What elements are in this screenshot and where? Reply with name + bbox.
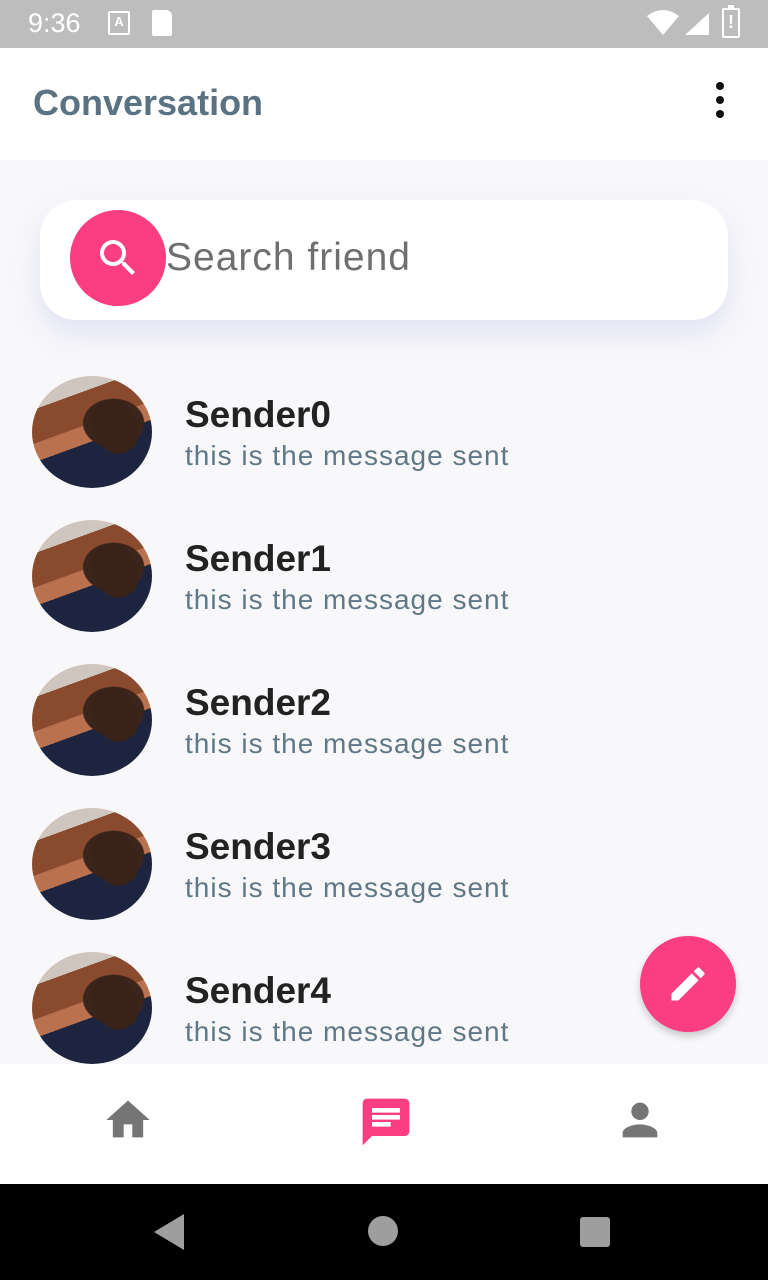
battery-alert-icon bbox=[722, 5, 740, 38]
list-item[interactable]: Sender1 this is the message sent bbox=[0, 520, 768, 664]
status-bar: 9:36 A bbox=[0, 0, 768, 48]
sender-name: Sender3 bbox=[185, 826, 332, 867]
app-bar: Conversation bbox=[0, 48, 768, 160]
avatar bbox=[32, 664, 152, 776]
wifi-icon bbox=[647, 10, 679, 35]
chat-icon bbox=[362, 1098, 410, 1146]
list-item[interactable]: Sender3 this is the message sent bbox=[0, 808, 768, 952]
avatar bbox=[32, 376, 152, 488]
avatar bbox=[32, 520, 152, 632]
search-icon bbox=[100, 240, 135, 275]
home-circle-icon[interactable] bbox=[368, 1216, 398, 1246]
page-title: Conversation bbox=[33, 82, 264, 123]
signal-icon bbox=[685, 13, 709, 35]
bottom-nav bbox=[0, 1064, 768, 1184]
sender-name: Sender4 bbox=[185, 970, 332, 1011]
back-icon[interactable] bbox=[150, 1212, 186, 1252]
message-preview: this is the message sent bbox=[185, 440, 510, 471]
home-icon bbox=[106, 1100, 150, 1138]
sender-name: Sender1 bbox=[185, 538, 332, 579]
search-input[interactable] bbox=[166, 224, 686, 292]
avatar bbox=[32, 808, 152, 920]
search-bar bbox=[40, 200, 728, 320]
nav-chat[interactable] bbox=[344, 1088, 424, 1152]
message-preview: this is the message sent bbox=[185, 584, 510, 615]
list-item[interactable]: Sender0 this is the message sent bbox=[0, 376, 768, 520]
avatar bbox=[32, 952, 152, 1064]
search-button[interactable] bbox=[70, 210, 166, 306]
recents-icon[interactable] bbox=[580, 1217, 610, 1247]
system-nav-bar bbox=[0, 1184, 768, 1280]
edit-icon bbox=[671, 967, 705, 1001]
message-preview: this is the message sent bbox=[185, 872, 510, 903]
compose-button[interactable] bbox=[640, 936, 736, 1032]
nav-profile[interactable] bbox=[600, 1088, 680, 1152]
nav-home[interactable] bbox=[88, 1088, 168, 1152]
more-vert-icon[interactable] bbox=[700, 82, 740, 126]
message-preview: this is the message sent bbox=[185, 728, 510, 759]
list-item[interactable]: Sender2 this is the message sent bbox=[0, 664, 768, 808]
message-preview: this is the message sent bbox=[185, 1016, 510, 1047]
text-a-icon: A bbox=[108, 11, 130, 35]
status-time: 9:36 bbox=[28, 8, 81, 38]
person-icon bbox=[622, 1102, 658, 1138]
sender-name: Sender0 bbox=[185, 394, 332, 435]
sd-card-icon bbox=[152, 10, 172, 36]
sender-name: Sender2 bbox=[185, 682, 332, 723]
